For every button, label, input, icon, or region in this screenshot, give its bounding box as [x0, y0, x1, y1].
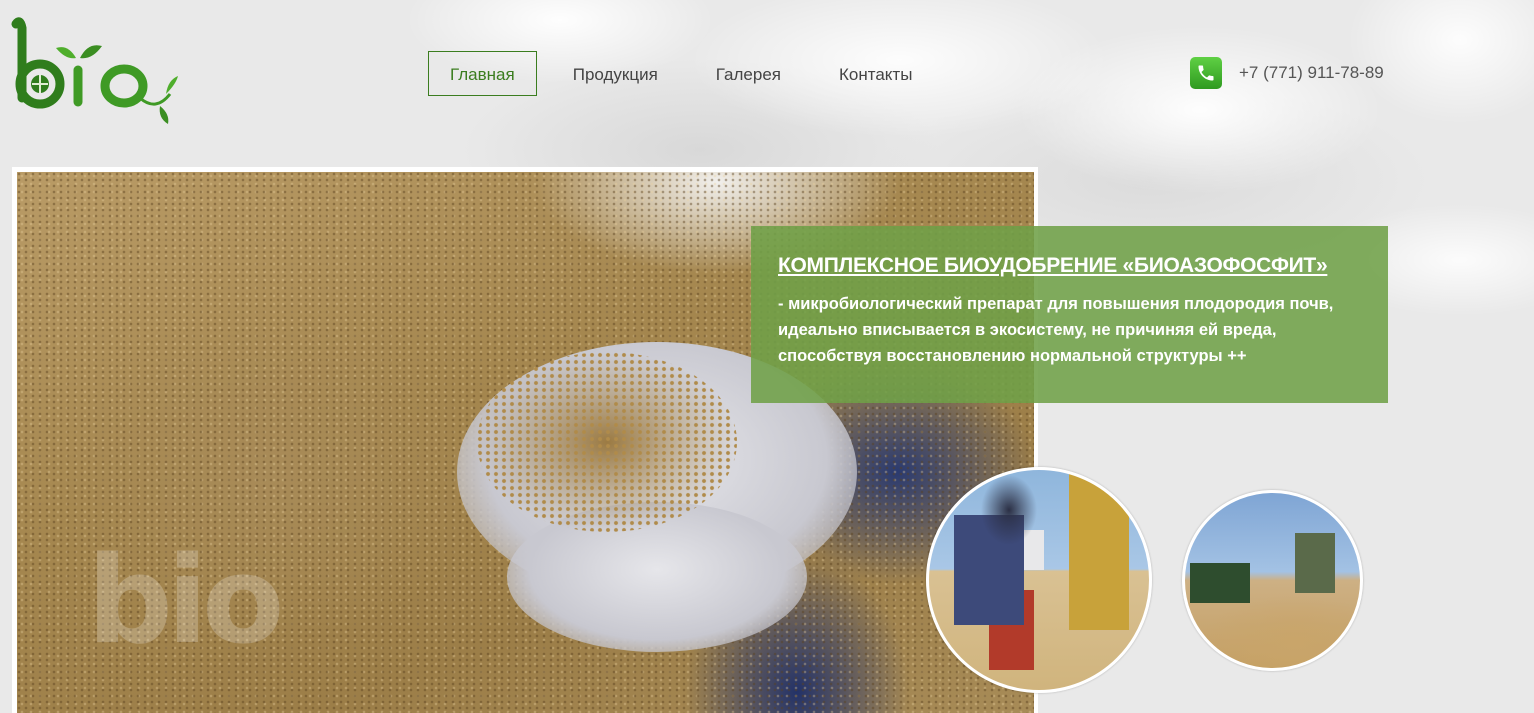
hero-info-panel: КОМПЛЕКСНОЕ БИОУДОБРЕНИЕ «БИОАЗОФОСФИТ» …: [751, 226, 1388, 403]
site-logo[interactable]: [10, 14, 182, 128]
nav-item-products[interactable]: Продукция: [551, 51, 680, 96]
nav-item-home[interactable]: Главная: [428, 51, 537, 96]
thumbnail-worker-pouring[interactable]: [926, 467, 1152, 693]
photo-watermark-logo: bio: [87, 532, 284, 671]
header-phone: +7 (771) 911-78-89: [1190, 57, 1384, 89]
phone-number[interactable]: +7 (771) 911-78-89: [1239, 63, 1384, 83]
hero-title-link[interactable]: КОМПЛЕКСНОЕ БИОУДОБРЕНИЕ «БИОАЗОФОСФИТ»: [778, 254, 1362, 278]
main-nav: Главная Продукция Галерея Контакты: [428, 51, 948, 96]
hero-description: - микробиологический препарат для повыше…: [778, 295, 1334, 365]
phone-icon: [1190, 57, 1222, 89]
bio-leaf-logo-icon: [11, 17, 178, 124]
nav-item-contacts[interactable]: Контакты: [817, 51, 934, 96]
seed-pile: [477, 352, 737, 532]
thumbnail-grain-loading[interactable]: [1182, 490, 1363, 671]
nav-item-gallery[interactable]: Галерея: [694, 51, 803, 96]
